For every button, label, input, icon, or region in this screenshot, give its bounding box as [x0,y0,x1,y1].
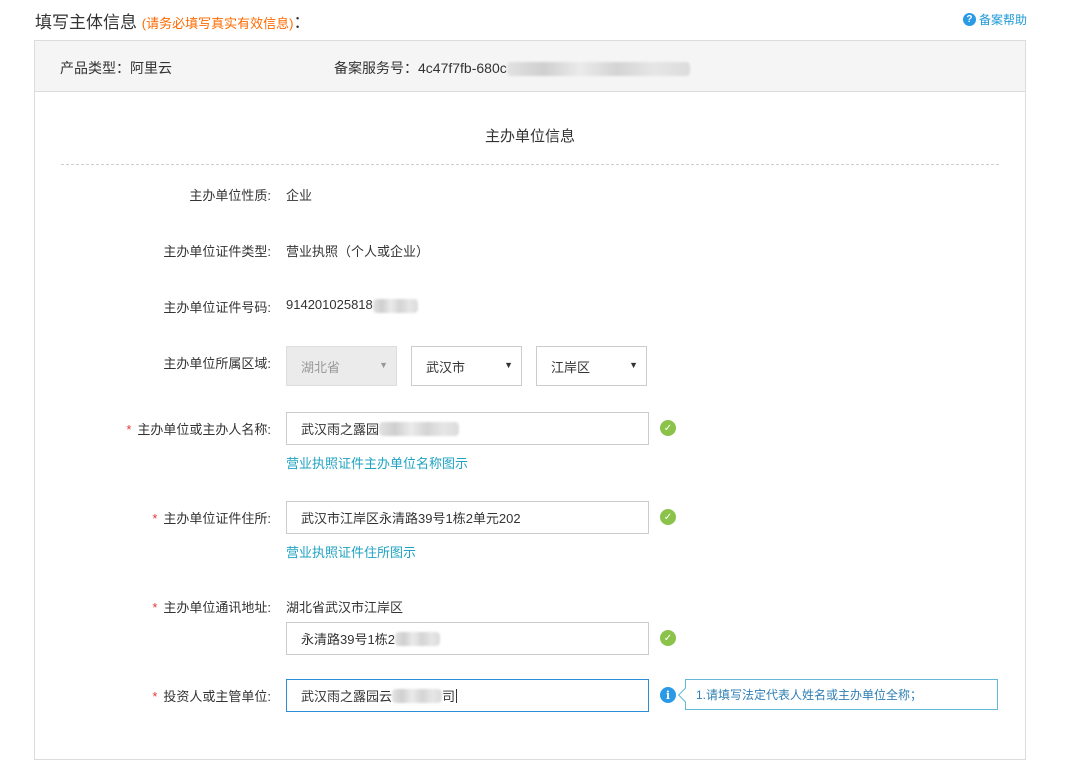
district-value: 江岸区 [551,359,591,375]
product-type-value: 阿里云 [130,60,172,76]
address-input-value: 武汉市江岸区永清路39号1栋2单元202 [301,511,521,526]
mailing-address-label-text: 主办单位通讯地址: [163,600,271,615]
required-mark: * [126,422,132,437]
mailing-address-value: 永清路39号1栋2 [301,632,395,647]
investor-tip: 1.请填写法定代表人姓名或主办单位全称； [685,679,998,710]
required-mark: * [152,689,158,704]
cert-number-label: 主办单位证件号码: [163,300,271,315]
investor-value-end: 司 [442,689,456,704]
name-label: * 主办单位或主办人名称: [35,419,271,438]
section-title: 主办单位信息 [484,128,575,145]
product-type-label: 产品类型： [60,60,130,76]
province-value: 湖北省 [301,359,341,375]
mailing-address-input[interactable]: 永清路39号1栋2 [286,622,649,655]
required-mark: * [152,511,158,526]
page-title-colon: ： [293,13,311,32]
investor-label-text: 投资人或主管单位: [163,689,271,704]
name-input[interactable]: 武汉雨之露园 [286,412,649,445]
name-label-text: 主办单位或主办人名称: [137,422,271,437]
cert-type-label: 主办单位证件类型: [163,244,271,259]
region-label: 主办单位所属区域: [163,356,271,371]
mailing-address-prefix: 湖北省武汉市江岸区 [286,600,404,615]
redaction-mask [379,421,460,436]
product-type: 产品类型：阿里云 [60,58,172,78]
province-select: 湖北省 ▼ [286,346,397,386]
service-number-value: 4c47f7fb-680c [418,60,507,76]
cert-number-value: 914201025818 [286,297,373,312]
filing-help-label: 备案帮助 [978,13,1027,27]
investor-input[interactable]: 武汉雨之露园云 司 [286,679,649,712]
investor-label: * 投资人或主管单位: [35,686,271,705]
page-title-text: 填写主体信息 [35,13,137,32]
chevron-down-icon: ▼ [629,360,638,370]
panel-header: 产品类型：阿里云 备案服务号：4c47f7fb-680c [35,41,1025,92]
district-select[interactable]: 江岸区 ▼ [536,346,647,386]
section-divider [61,164,999,165]
mailing-address-label: * 主办单位通讯地址: [35,597,271,616]
redaction-mask [392,688,443,703]
address-label-text: 主办单位证件住所: [163,511,271,526]
nature-label: 主办单位性质: [189,188,271,203]
info-icon: i [660,687,676,703]
investor-value-start: 武汉雨之露园云 [301,689,393,704]
name-example-link[interactable]: 营业执照证件主办单位名称图示 [286,453,468,472]
cert-type-value: 营业执照（个人或企业） [286,244,430,259]
service-number: 备案服务号：4c47f7fb-680c [334,58,690,78]
filing-help-link[interactable]: ? 备案帮助 [962,11,1027,28]
redaction-mask [506,62,690,77]
chevron-down-icon: ▼ [504,360,513,370]
page-title: 填写主体信息 (请务必填写真实有效信息)： [35,8,310,33]
redaction-mask [394,631,440,646]
cert-number: 914201025818 [286,297,418,313]
subject-info-panel: 产品类型：阿里云 备案服务号：4c47f7fb-680c 主办单位信息 主办单位… [34,40,1026,760]
address-example-link[interactable]: 营业执照证件住所图示 [286,542,416,561]
redaction-mask [372,298,418,313]
help-icon: ? [962,13,976,26]
address-label: * 主办单位证件住所: [35,508,271,527]
name-input-value: 武汉雨之露园 [301,422,380,437]
city-select[interactable]: 武汉市 ▼ [411,346,522,386]
text-cursor [456,688,458,703]
check-icon: ✓ [660,509,676,525]
service-number-label: 备案服务号： [334,60,418,76]
page-title-note: (请务必填写真实有效信息) [141,16,294,31]
nature-value: 企业 [286,188,313,203]
city-value: 武汉市 [426,359,466,375]
check-icon: ✓ [660,630,676,646]
required-mark: * [152,600,158,615]
address-input[interactable]: 武汉市江岸区永清路39号1栋2单元202 [286,501,649,534]
chevron-down-icon: ▼ [379,360,388,370]
check-icon: ✓ [660,420,676,436]
